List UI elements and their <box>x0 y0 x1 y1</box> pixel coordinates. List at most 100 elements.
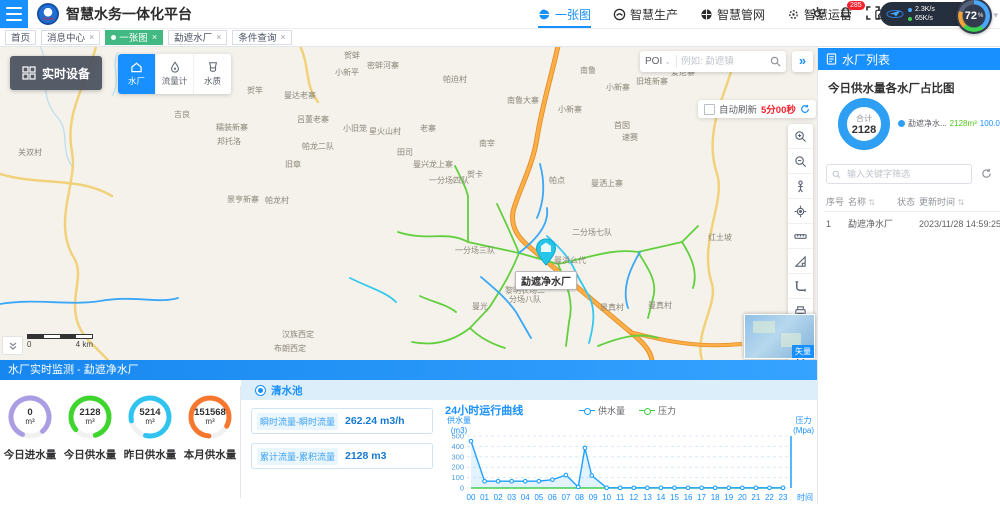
svg-text:11: 11 <box>616 493 625 502</box>
svg-text:南宰: 南宰 <box>479 138 495 148</box>
col-header-updated[interactable]: 更新时间 ⇅ <box>917 192 1000 212</box>
layer-button-waterplant[interactable]: 水厂 <box>118 54 156 94</box>
map-canvas[interactable]: 曼朗贺蚌小新平密蚌河寨帕迫村南鲁南鲁大寨小新寨旧堆新寨爱尼寨小新寨贺竿曼达老寨吕… <box>0 46 818 360</box>
system-usage-gauge[interactable]: 72% <box>956 0 992 34</box>
keyword-filter-box <box>826 164 972 184</box>
tank-tab-label[interactable]: 清水池 <box>271 383 303 398</box>
poi-search-box: POI⌄ <box>640 51 786 72</box>
close-icon[interactable]: × <box>280 32 285 42</box>
svg-text:200: 200 <box>451 463 464 472</box>
auto-refresh-control: 自动刷新 5分00秒 <box>698 100 816 118</box>
svg-text:13: 13 <box>643 493 652 502</box>
svg-text:老寨: 老寨 <box>420 123 436 133</box>
svg-text:景真村: 景真村 <box>600 302 624 312</box>
svg-text:布朗西定: 布朗西定 <box>274 343 306 353</box>
panel-expand-button[interactable]: » <box>792 51 813 72</box>
svg-text:糯装新寨: 糯装新寨 <box>216 122 248 132</box>
svg-text:500: 500 <box>451 432 464 441</box>
map-layer-switcher: 水厂 流量计 水质 <box>118 54 231 94</box>
tank-tab-bar: 清水池 <box>241 380 818 400</box>
gauge-yesterday-supply: 5214m³ 昨日供水量 <box>122 394 178 504</box>
flow-meter-droplet-icon <box>169 61 181 73</box>
poi-type-select[interactable]: POI⌄ <box>640 55 677 68</box>
tab-message-center[interactable]: 消息中心× <box>41 30 100 45</box>
svg-text:16: 16 <box>684 493 693 502</box>
svg-text:小新寨: 小新寨 <box>606 82 630 92</box>
overview-minimap[interactable]: 矢量 <box>744 314 815 359</box>
col-header-status[interactable]: 状态 <box>895 192 917 212</box>
svg-text:20: 20 <box>738 493 747 502</box>
layer-button-waterquality[interactable]: 水质 <box>194 54 231 94</box>
nav-item-map[interactable]: 一张图 <box>538 0 591 28</box>
waterplant-table: 序号 名称 ⇅ 状态 更新时间 ⇅ 1 勐遮净水厂 2023/11/28 14:… <box>824 192 1000 235</box>
svg-text:02: 02 <box>494 493 503 502</box>
hamburger-menu-button[interactable] <box>0 0 28 28</box>
layer-button-flowmeter[interactable]: 流量计 <box>156 54 194 94</box>
gauge-today-supply: 2128m³ 今日供水量 <box>62 394 118 504</box>
auto-refresh-label: 自动刷新 <box>719 102 757 116</box>
svg-text:12: 12 <box>629 493 638 502</box>
gauge-today-inflow: 0m³ 今日进水量 <box>2 394 58 504</box>
tab-condition-query[interactable]: 条件查询× <box>232 30 291 45</box>
col-header-index[interactable]: 序号 <box>824 192 846 212</box>
zoom-in-tool[interactable] <box>788 124 813 149</box>
tab-one-map[interactable]: 一张图× <box>105 30 163 45</box>
legend-pressure[interactable]: 压力 <box>639 404 676 417</box>
svg-text:曼真村: 曼真村 <box>648 300 672 310</box>
daily-gauges: 0m³ 今日进水量 2128m³ 今日供水量 5214m³ 昨日供水量 <box>0 380 240 504</box>
poi-search-input[interactable] <box>677 56 770 67</box>
col-header-name[interactable]: 名称 ⇅ <box>846 192 895 212</box>
svg-text:田司: 田司 <box>397 148 413 157</box>
svg-text:时间: 时间 <box>797 492 813 502</box>
nav-item-pipe-network[interactable]: 智慧管网 <box>700 0 765 28</box>
svg-text:帕龙二队: 帕龙二队 <box>302 141 334 151</box>
marker-pin-icon <box>534 238 558 266</box>
waterplant-map-marker[interactable]: 勐遮净水厂 <box>506 238 586 290</box>
tab-mengzhe-plant[interactable]: 勐遮水厂× <box>168 30 227 45</box>
notifications-bell-icon[interactable]: 285 <box>838 6 854 22</box>
svg-text:速赛: 速赛 <box>622 132 638 142</box>
svg-text:红土坡: 红土坡 <box>708 232 732 242</box>
tank-radio-button[interactable] <box>255 385 266 396</box>
svg-text:旧堆新寨: 旧堆新寨 <box>636 76 668 86</box>
auto-refresh-checkbox[interactable] <box>704 104 715 115</box>
legend-supply[interactable]: 供水量 <box>579 404 625 417</box>
measure-area-tool[interactable] <box>788 249 813 274</box>
list-refresh-icon[interactable] <box>981 166 992 184</box>
svg-text:10: 10 <box>602 493 611 502</box>
svg-text:曼达老寨: 曼达老寨 <box>284 90 316 100</box>
street-view-tool[interactable] <box>788 174 813 199</box>
realtime-device-button[interactable]: 实时设备 <box>10 56 102 90</box>
refresh-icon[interactable] <box>800 104 810 114</box>
close-icon[interactable]: × <box>89 32 94 42</box>
keyword-filter-input[interactable] <box>845 168 966 180</box>
svg-text:星火山村: 星火山村 <box>369 126 401 136</box>
paper-plane-icon <box>886 6 904 22</box>
svg-text:22: 22 <box>765 493 774 502</box>
map-globe-icon <box>538 8 551 21</box>
upload-dot-icon <box>908 8 912 12</box>
sort-icon: ⇅ <box>869 198 876 207</box>
nav-item-production[interactable]: 智慧生产 <box>613 0 678 28</box>
svg-text:06: 06 <box>548 493 557 502</box>
close-icon[interactable]: × <box>216 32 221 42</box>
vector-basemap-button[interactable]: 矢量 <box>792 345 814 358</box>
svg-text:关双村: 关双村 <box>18 147 42 157</box>
caret-down-icon[interactable]: ▾ <box>993 10 998 21</box>
top-bar: YCJH 智慧水务一体化平台 一张图 智慧生产 智慧管网 智慧运营 智慧决策 <box>0 0 1000 29</box>
settings-gear-icon[interactable] <box>810 6 826 22</box>
tab-home[interactable]: 首页 <box>5 30 36 45</box>
zoom-out-tool[interactable] <box>788 149 813 174</box>
close-icon[interactable]: × <box>152 32 157 42</box>
svg-text:17: 17 <box>697 493 706 502</box>
svg-text:100: 100 <box>451 473 464 482</box>
collapse-panel-button[interactable] <box>2 336 23 355</box>
svg-text:首囡: 首囡 <box>614 120 630 130</box>
tags-view-bar: 首页 消息中心× 一张图× 勐遮水厂× 条件查询× <box>0 28 1000 47</box>
locate-tool[interactable] <box>788 199 813 224</box>
table-row[interactable]: 1 勐遮净水厂 2023/11/28 14:59:25 <box>824 212 1000 236</box>
sort-icon: ⇅ <box>958 198 965 207</box>
search-icon[interactable] <box>770 56 781 67</box>
measure-distance-tool[interactable] <box>788 224 813 249</box>
pipe-tool[interactable] <box>788 274 813 299</box>
